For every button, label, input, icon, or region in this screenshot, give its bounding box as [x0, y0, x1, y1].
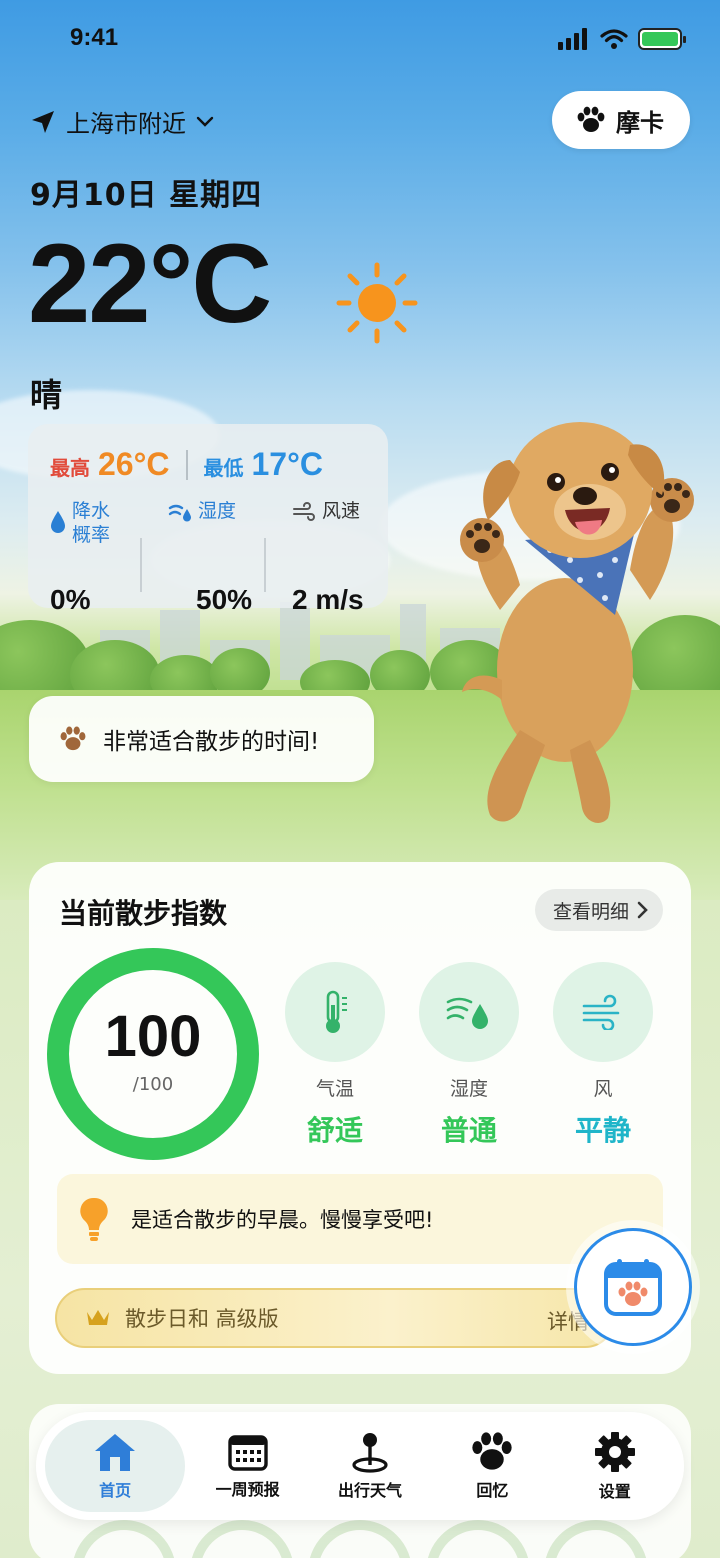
tab-outing-weather-label: 出行天气 — [337, 1481, 402, 1500]
tab-memories-label: 回忆 — [476, 1481, 509, 1500]
weather-condition: 晴 — [30, 376, 63, 414]
high-low-row: 最高 26°C 最低 17°C — [50, 446, 323, 483]
score-display: 100 /100 — [45, 946, 261, 1162]
status-time: 9:41 — [70, 24, 119, 51]
low-label: 最低 — [203, 456, 244, 480]
status-bar: 9:41 — [0, 22, 720, 58]
sun-icon — [336, 262, 418, 344]
walk-message-bubble: 非常适合散步的时间! — [29, 696, 374, 782]
bottom-tab-bar: 首页 一周预报 出行天气 回忆 设置 — [36, 1412, 684, 1520]
precip-label: 降水 概率 — [72, 500, 111, 546]
weather-stats-card: 最高 26°C 最低 17°C 降水 概率 0% 湿度 50% 风速 2 m/s — [28, 424, 388, 615]
view-details-button[interactable]: 查看明细 — [534, 889, 663, 931]
dog-illustration — [460, 422, 694, 823]
lightbulb-icon — [80, 1197, 108, 1241]
thermometer-icon — [326, 990, 347, 1033]
wind-label: 风速 — [322, 500, 361, 522]
factor-humidity-label: 湿度 — [449, 1078, 488, 1100]
factor-humidity-status: 普通 — [440, 1114, 497, 1147]
wind-icon — [582, 994, 620, 1030]
paw-calendar-button[interactable] — [574, 1228, 692, 1346]
factor-wind: 风 平静 — [553, 962, 653, 1149]
walk-tip: 是适合散步的早晨。慢慢享受吧! — [57, 1174, 663, 1264]
score-value: 100 — [104, 1004, 202, 1069]
crown-icon — [87, 1310, 109, 1325]
factor-temperature: 气温 舒适 — [285, 962, 385, 1149]
tab-settings-label: 设置 — [598, 1482, 631, 1501]
wind-value: 2 m/s — [292, 584, 364, 615]
tab-settings[interactable]: 设置 — [555, 1420, 675, 1512]
location-label: 上海市附近 — [66, 110, 186, 138]
date-label: 9月10日 星期四 — [30, 178, 263, 213]
walk-message-text: 非常适合散步的时间! — [103, 729, 320, 755]
tab-outing-weather[interactable]: 出行天气 — [310, 1420, 430, 1512]
paw-icon — [60, 726, 86, 751]
tab-home-label: 首页 — [99, 1481, 132, 1500]
walk-index-title: 当前散步指数 — [59, 897, 228, 930]
view-details-label: 查看明细 — [552, 900, 629, 923]
tab-weekly-forecast[interactable]: 一周预报 — [188, 1420, 308, 1512]
map-pin-icon — [352, 1433, 388, 1473]
humidity-drop-icon — [446, 997, 488, 1029]
paw-calendar-icon — [604, 1259, 662, 1316]
precip-value: 0% — [50, 584, 91, 615]
walk-tip-text: 是适合散步的早晨。慢慢享受吧! — [131, 1208, 434, 1232]
factor-wind-label: 风 — [593, 1078, 613, 1100]
location-selector[interactable]: 上海市附近 — [30, 104, 214, 139]
premium-label: 散步日和 高级版 — [125, 1307, 279, 1331]
current-temperature: 22°C — [28, 221, 272, 346]
low-value: 17°C — [251, 446, 324, 482]
humidity-icon — [168, 504, 191, 522]
high-label: 最高 — [50, 456, 90, 480]
wifi-icon — [600, 29, 628, 49]
tab-home[interactable]: 首页 — [45, 1420, 186, 1512]
paw-icon — [472, 1432, 513, 1470]
score-max: /100 — [132, 1074, 174, 1095]
gear-icon — [594, 1432, 635, 1472]
humidity-value: 50% — [196, 584, 253, 615]
paw-icon — [577, 106, 605, 132]
cellular-signal-icon — [558, 28, 587, 50]
tab-memories[interactable]: 回忆 — [432, 1420, 552, 1512]
pet-profile-button[interactable]: 摩卡 — [552, 91, 690, 149]
raindrop-icon — [51, 511, 65, 533]
wind-icon — [293, 502, 315, 521]
premium-banner[interactable]: 散步日和 高级版 详情 — [55, 1288, 615, 1348]
factor-temperature-label: 气温 — [315, 1078, 354, 1100]
battery-icon — [638, 28, 686, 50]
chevron-right-icon — [637, 901, 648, 919]
high-value: 26°C — [98, 446, 170, 482]
factor-humidity: 湿度 普通 — [419, 962, 519, 1149]
factor-temperature-status: 舒适 — [306, 1114, 363, 1147]
wind-stat: 风速 2 m/s — [292, 500, 402, 615]
home-icon — [95, 1434, 136, 1471]
pet-name: 摩卡 — [616, 108, 664, 137]
precipitation-stat: 降水 概率 0% — [50, 500, 160, 615]
tab-weekly-forecast-label: 一周预报 — [215, 1480, 280, 1499]
calendar-grid-icon — [227, 1435, 268, 1471]
humidity-stat: 湿度 50% — [168, 500, 278, 615]
humidity-label: 湿度 — [198, 500, 237, 522]
chevron-down-icon — [196, 116, 214, 127]
location-arrow-icon — [32, 110, 54, 133]
factor-wind-status: 平静 — [574, 1114, 631, 1147]
